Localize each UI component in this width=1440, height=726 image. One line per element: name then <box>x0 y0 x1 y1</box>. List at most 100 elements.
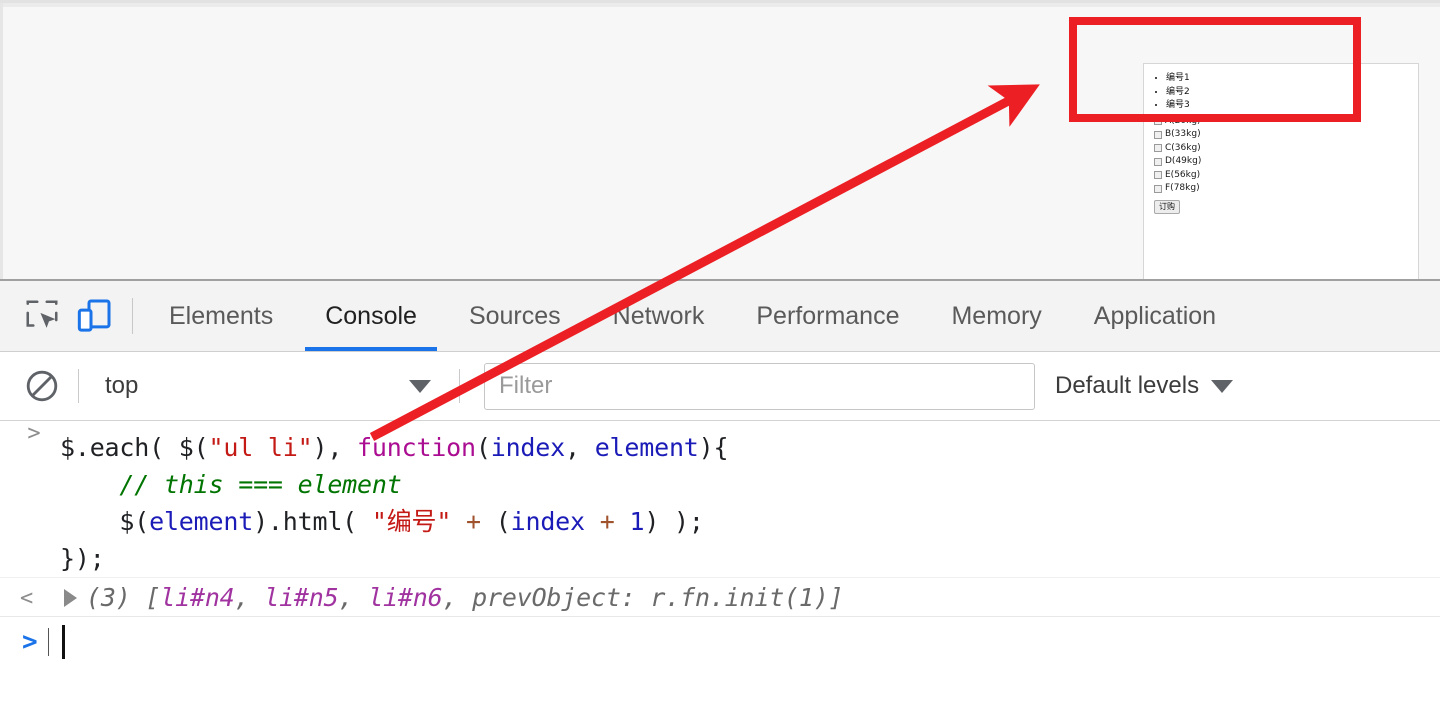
checkbox-icon[interactable] <box>1154 130 1162 139</box>
chevron-down-icon <box>1211 379 1234 393</box>
device-toolbar-icon <box>77 299 111 332</box>
console-input-message: > $.each( $("ul li"), function(index, el… <box>0 421 1440 577</box>
checkbox-row[interactable]: B(33kg) <box>1144 128 1418 142</box>
checkbox-icon[interactable] <box>1154 184 1162 193</box>
console-body: > $.each( $("ul li"), function(index, el… <box>0 421 1440 726</box>
tab-sources[interactable]: Sources <box>443 281 587 351</box>
list-item: 编号2 <box>1166 86 1418 100</box>
list-item: 编号1 <box>1166 72 1418 86</box>
code-string: "编号" <box>371 507 452 536</box>
code-number: 1 <box>629 507 645 536</box>
result-count: (3) <box>86 583 131 612</box>
checkbox-icon[interactable] <box>1154 144 1162 153</box>
tab-memory[interactable]: Memory <box>925 281 1067 351</box>
tab-application[interactable]: Application <box>1068 281 1242 351</box>
checkbox-row[interactable]: A(20kg) <box>1144 115 1418 129</box>
code-variable: element <box>149 507 254 536</box>
console-prompt-row[interactable]: > <box>0 617 1440 671</box>
input-prompt-glyph: > <box>27 421 41 446</box>
toolbar-divider <box>132 298 133 334</box>
checkbox-label: B(33kg) <box>1165 129 1201 139</box>
code-seg: }); <box>60 544 105 573</box>
order-button[interactable]: 订购 <box>1154 199 1180 214</box>
result-tail: , prevObject: r.fn.init(1)] <box>442 583 844 612</box>
execution-context-select[interactable]: top <box>93 364 445 408</box>
code-seg: , <box>564 433 595 462</box>
filterbar-divider-2 <box>459 369 460 403</box>
checkbox-row[interactable]: E(56kg) <box>1144 169 1418 183</box>
checkbox-label: F(78kg) <box>1165 183 1200 193</box>
log-levels-value: Default levels <box>1055 372 1200 399</box>
code-seg: ( <box>475 433 491 462</box>
devtools-panel: Elements Console Sources Network Perform… <box>0 279 1440 726</box>
prompt-separator <box>48 628 49 656</box>
checkbox-label: A(20kg) <box>1165 115 1201 126</box>
browser-viewport: 编号1 编号2 编号3 A(20kg) B(33kg) C(36kg) <box>0 0 1440 279</box>
checkbox-label: E(56kg) <box>1165 169 1201 180</box>
numbered-list: 编号1 编号2 编号3 <box>1144 72 1418 113</box>
code-seg: ( <box>495 507 511 536</box>
code-seg: $.each( $( <box>60 433 209 462</box>
result-open: [ <box>130 583 161 612</box>
code-seg: ), <box>312 433 358 462</box>
devtools-screenshot: 编号1 编号2 编号3 A(20kg) B(33kg) C(36kg) <box>0 0 1440 726</box>
checkbox-row[interactable]: C(36kg) <box>1144 142 1418 156</box>
inspect-element-icon <box>26 300 58 328</box>
checkbox-label: D(49kg) <box>1165 156 1202 166</box>
devtools-tabbar: Elements Console Sources Network Perform… <box>0 281 1440 352</box>
code-variable: element <box>594 433 699 462</box>
filter-placeholder: Filter <box>499 372 553 399</box>
code-comment: // this === element <box>119 470 402 499</box>
list-item: 编号3 <box>1166 99 1418 113</box>
checkbox-icon[interactable] <box>1154 117 1162 126</box>
result-sep: , <box>234 583 265 612</box>
devtools-tool-icons <box>0 281 143 351</box>
inspect-element-button[interactable] <box>16 290 68 342</box>
code-operator: + <box>584 507 630 536</box>
text-cursor <box>62 625 65 659</box>
execution-context-value: top <box>105 372 139 399</box>
result-element: li#n4 <box>160 583 235 612</box>
result-element: li#n5 <box>264 583 339 612</box>
console-result-text[interactable]: (3) [li#n4, li#n5, li#n6, prevObject: r.… <box>86 580 844 616</box>
viewport-left-edge <box>0 3 3 279</box>
log-levels-select[interactable]: Default levels <box>1055 364 1234 408</box>
result-sep: , <box>338 583 369 612</box>
chevron-down-icon <box>409 379 431 393</box>
result-element: li#n6 <box>368 583 443 612</box>
checkbox-row[interactable]: F(78kg) <box>1144 182 1418 196</box>
code-string: "ul li" <box>208 433 313 462</box>
tab-performance[interactable]: Performance <box>730 281 925 351</box>
code-operator: + <box>451 507 496 536</box>
code-seg: ){ <box>698 433 729 462</box>
checkbox-row[interactable]: D(49kg) <box>1144 155 1418 169</box>
tab-network[interactable]: Network <box>587 281 731 351</box>
checkbox-icon[interactable] <box>1154 171 1162 180</box>
emulated-page-card: 编号1 编号2 编号3 A(20kg) B(33kg) C(36kg) <box>1143 63 1419 279</box>
tab-elements[interactable]: Elements <box>143 281 299 351</box>
tab-console[interactable]: Console <box>299 281 443 351</box>
code-seg: ) ); <box>644 507 704 536</box>
prompt-glyph: > <box>22 627 38 657</box>
code-keyword: function <box>357 433 476 462</box>
devtools-tab-list: Elements Console Sources Network Perform… <box>143 281 1242 351</box>
console-code: $.each( $("ul li"), function(index, elem… <box>0 429 1440 577</box>
console-filter-bar: top Filter Default levels <box>0 352 1440 421</box>
console-result-message: < (3) [li#n4, li#n5, li#n6, prevObject: … <box>0 577 1440 617</box>
checkbox-icon[interactable] <box>1154 157 1162 166</box>
filterbar-divider-1 <box>78 369 79 403</box>
expand-triangle-icon[interactable] <box>64 589 77 607</box>
code-variable: index <box>490 433 565 462</box>
clear-console-icon <box>26 370 58 402</box>
checkbox-label: C(36kg) <box>1165 142 1201 153</box>
checkbox-group: A(20kg) B(33kg) C(36kg) D(49kg) E(56kg) <box>1144 115 1418 196</box>
clear-console-button[interactable] <box>20 364 64 408</box>
code-seg: ).html( <box>253 507 372 536</box>
result-prompt-glyph: < <box>20 586 34 611</box>
console-filter-input[interactable]: Filter <box>484 362 1035 410</box>
code-variable: index <box>510 507 585 536</box>
toggle-device-toolbar-button[interactable] <box>68 290 120 342</box>
code-seg: $( <box>119 507 150 536</box>
